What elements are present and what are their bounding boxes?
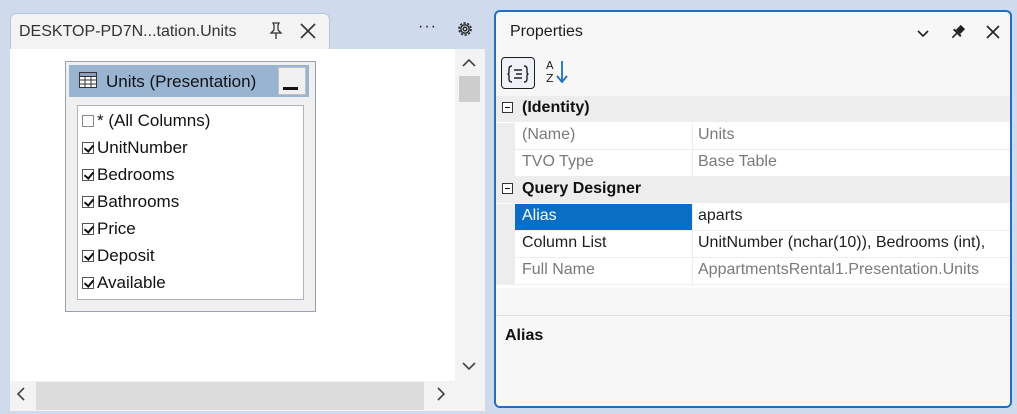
minimize-icon[interactable]	[283, 87, 298, 90]
column-item[interactable]: Bathrooms	[82, 191, 297, 215]
property-name: TVO Type	[515, 150, 693, 176]
row-gutter	[496, 258, 515, 285]
svg-text:Z: Z	[546, 72, 554, 85]
column-checkbox[interactable]	[82, 169, 94, 181]
column-checkbox[interactable]	[82, 223, 94, 235]
row-gutter	[496, 150, 515, 177]
property-name: Full Name	[515, 258, 693, 284]
column-label: Deposit	[97, 246, 155, 265]
document-tab[interactable]: DESKTOP-PD7N...tation.Units	[10, 13, 330, 49]
column-label: Price	[97, 219, 136, 238]
property-name: Column List	[515, 231, 693, 257]
categorized-button[interactable]	[501, 57, 535, 89]
property-value-input[interactable]: UnitNumber (nchar(10)), Bedrooms (int),	[693, 231, 1010, 257]
category-query-designer[interactable]: Query Designer	[496, 177, 1010, 203]
property-row[interactable]: Alias aparts	[496, 204, 1010, 231]
collapse-icon[interactable]	[502, 102, 513, 113]
categorized-icon	[507, 64, 529, 89]
property-row[interactable]: TVO Type Base Table	[496, 150, 1010, 177]
column-item[interactable]: Deposit	[82, 245, 297, 269]
column-checkbox[interactable]	[82, 196, 94, 208]
property-row[interactable]: Full Name AppartmentsRental1.Presentatio…	[496, 258, 1010, 285]
description-panel	[496, 315, 1010, 406]
horizontal-scroll-thumb[interactable]	[36, 382, 424, 410]
property-name: Alias	[515, 204, 693, 230]
scroll-right-icon[interactable]	[432, 384, 450, 404]
properties-title: Properties	[510, 23, 583, 40]
properties-window: Properties AZ (Identity) (Name) Units TV…	[494, 10, 1012, 408]
category-label: Query Designer	[522, 180, 642, 197]
column-checkbox[interactable]	[82, 277, 94, 289]
column-item[interactable]: * (All Columns)	[82, 110, 297, 134]
column-checkbox[interactable]	[82, 250, 94, 262]
column-label: * (All Columns)	[97, 111, 211, 130]
column-checkbox[interactable]	[82, 142, 94, 154]
property-row[interactable]: Column List UnitNumber (nchar(10)), Bedr…	[496, 231, 1010, 258]
column-label: Available	[97, 273, 166, 292]
column-label: UnitNumber	[97, 138, 188, 157]
vertical-scroll-thumb[interactable]	[459, 76, 480, 102]
chevron-down-icon[interactable]	[914, 24, 932, 42]
scroll-down-icon[interactable]	[459, 357, 479, 375]
pin-icon[interactable]	[949, 23, 967, 41]
close-icon[interactable]	[297, 20, 319, 42]
table-box-title: Units (Presentation)	[106, 72, 257, 91]
scroll-left-icon[interactable]	[12, 384, 30, 404]
column-item[interactable]: Price	[82, 218, 297, 242]
column-label: Bathrooms	[97, 192, 180, 211]
more-options-button[interactable]: ···	[418, 18, 437, 36]
row-gutter	[496, 123, 515, 150]
pin-icon[interactable]	[267, 21, 285, 41]
document-tab-title: DESKTOP-PD7N...tation.Units	[19, 23, 237, 40]
property-value-input[interactable]: aparts	[693, 204, 1010, 230]
category-label: (Identity)	[522, 99, 590, 116]
column-label: Bedrooms	[97, 165, 175, 184]
svg-text:A: A	[546, 59, 554, 72]
sort-alphabetical-icon[interactable]: AZ	[545, 58, 571, 86]
minimize-button[interactable]	[278, 67, 306, 95]
row-gutter	[496, 204, 515, 231]
column-item[interactable]: Bedrooms	[82, 164, 297, 188]
scroll-corner	[455, 381, 485, 411]
property-value: Base Table	[698, 153, 777, 170]
property-row[interactable]: (Name) Units	[496, 123, 1010, 150]
property-name: (Name)	[515, 123, 693, 149]
property-value: Units	[698, 126, 735, 143]
category-identity[interactable]: (Identity)	[496, 96, 1010, 122]
scroll-up-icon[interactable]	[459, 54, 479, 72]
description-title: Alias	[505, 327, 544, 344]
column-item[interactable]: Available	[82, 272, 297, 296]
gear-icon[interactable]	[455, 19, 475, 39]
table-icon	[79, 72, 97, 88]
row-gutter	[496, 231, 515, 258]
column-checkbox[interactable]	[82, 115, 94, 127]
property-grid: (Identity) (Name) Units TVO Type Base Ta…	[496, 96, 1010, 288]
collapse-icon[interactable]	[502, 183, 513, 194]
property-value: AppartmentsRental1.Presentation.Units	[698, 261, 980, 278]
column-item[interactable]: UnitNumber	[82, 137, 297, 161]
close-icon[interactable]	[983, 22, 1003, 42]
